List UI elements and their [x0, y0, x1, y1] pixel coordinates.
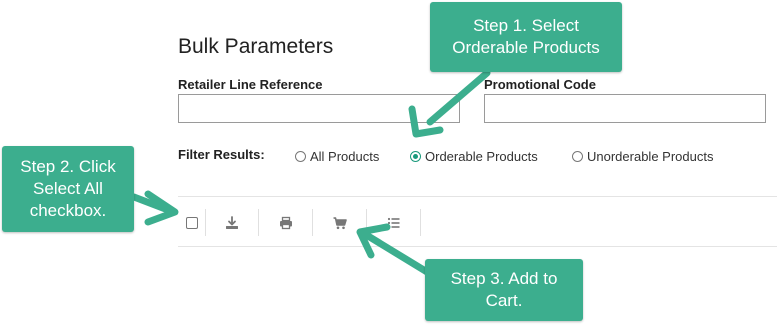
retailer-line-reference-label: Retailer Line Reference: [178, 77, 323, 92]
step2-callout: Step 2. Click Select All checkbox.: [2, 146, 134, 232]
promotional-code-label: Promotional Code: [484, 77, 596, 92]
toolbar-top-divider: [178, 196, 777, 197]
toolbar-separator: [312, 209, 313, 236]
step1-callout: Step 1. Select Orderable Products: [430, 2, 622, 72]
radio-label: Orderable Products: [425, 148, 538, 164]
radio-unorderable-products[interactable]: Unorderable Products: [572, 147, 713, 165]
toolbar-separator: [420, 209, 421, 236]
toolbar-separator: [258, 209, 259, 236]
cart-icon[interactable]: [332, 215, 348, 231]
promotional-code-input[interactable]: [484, 94, 766, 123]
step2-line2: Select All: [33, 179, 103, 198]
step3-callout: Step 3. Add to Cart.: [425, 259, 583, 321]
step2-line3: checkbox.: [29, 201, 107, 220]
select-all-checkbox[interactable]: [186, 217, 198, 229]
radio-label: All Products: [310, 148, 380, 164]
toolbar-separator: [205, 209, 206, 236]
toolbar-separator: [366, 209, 367, 236]
filter-results-label: Filter Results:: [178, 147, 265, 162]
list-icon[interactable]: [386, 215, 402, 231]
step1-line2: Orderable Products: [452, 38, 600, 57]
step3-arrow-shaft: [364, 232, 436, 279]
step3-line1: Step 3. Add to: [450, 269, 558, 288]
toolbar-bottom-divider: [178, 246, 777, 247]
step1-line1: Step 1. Select: [473, 16, 579, 35]
step3-arrow-head: [356, 223, 391, 259]
radio-button[interactable]: [295, 150, 306, 162]
radio-all-products[interactable]: All Products: [295, 147, 379, 165]
step3-line2: Cart.: [485, 291, 523, 310]
retailer-line-reference-input[interactable]: [178, 94, 460, 123]
print-icon[interactable]: [278, 215, 294, 231]
page-title: Bulk Parameters: [178, 35, 334, 58]
step2-arrow-shaft: [130, 193, 172, 214]
radio-button[interactable]: [572, 150, 583, 162]
download-icon[interactable]: [224, 215, 240, 231]
radio-orderable-products[interactable]: Orderable Products: [410, 147, 538, 165]
radio-label: Unorderable Products: [587, 148, 714, 164]
step2-arrow-head: [144, 190, 179, 226]
step2-line1: Step 2. Click: [20, 157, 116, 176]
radio-button-checked[interactable]: [410, 150, 421, 162]
